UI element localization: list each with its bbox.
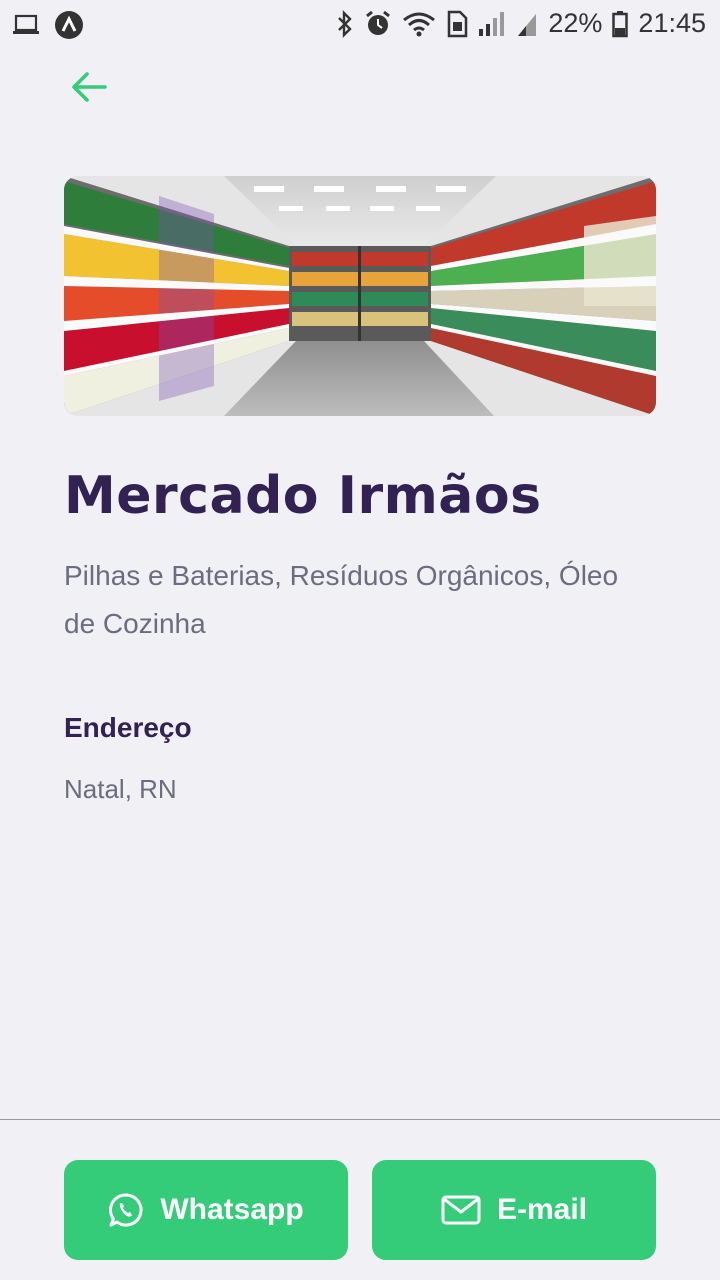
signal-icon	[479, 11, 505, 36]
app-notification-icon	[55, 11, 83, 39]
point-image	[64, 176, 656, 416]
whatsapp-button[interactable]: Whatsapp	[64, 1160, 348, 1260]
arrow-left-icon	[72, 72, 107, 102]
footer-divider	[0, 1119, 720, 1120]
wifi-icon	[403, 12, 436, 36]
bluetooth-icon	[338, 9, 353, 38]
point-name: Mercado Irmãos	[64, 466, 542, 526]
back-button[interactable]	[64, 62, 114, 112]
email-button[interactable]: E-mail	[372, 1160, 656, 1260]
email-label: E-mail	[496, 1193, 588, 1226]
whatsapp-icon	[109, 1193, 143, 1227]
laptop-icon	[13, 14, 39, 34]
point-items: Pilhas e Baterias, Resíduos Orgânicos, Ó…	[64, 560, 619, 639]
alarm-icon	[366, 10, 391, 35]
mail-icon	[441, 1195, 481, 1225]
signal-2-icon	[518, 13, 537, 36]
sim-icon	[448, 10, 468, 37]
address-heading: Endereço	[64, 712, 192, 743]
whatsapp-label: Whatsapp	[160, 1193, 304, 1226]
status-bar: 22% 21:45	[0, 0, 720, 50]
battery-icon	[612, 10, 629, 37]
battery-percent: 22%	[548, 8, 603, 38]
clock: 21:45	[638, 8, 706, 38]
address-value: Natal, RN	[64, 774, 177, 804]
